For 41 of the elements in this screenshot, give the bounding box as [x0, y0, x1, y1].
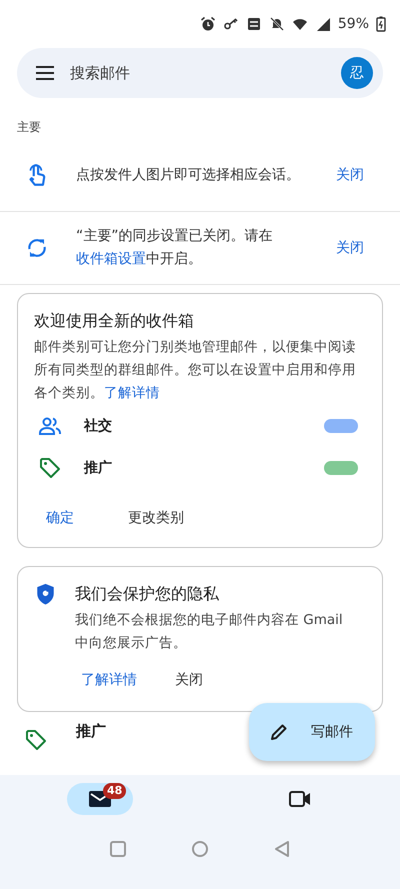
card-text: 我们绝不会根据您的电子邮件内容在 Gmail 中向您展示广告。 — [75, 611, 344, 653]
home-icon[interactable] — [190, 839, 210, 859]
unread-badge: 48 — [103, 783, 126, 799]
card-text: 邮件类别可让您分门别类地管理邮件，以便集中阅读所有同类型的群组邮件。您可以在设置中启用和停用各个类别。了解详情 — [34, 338, 357, 403]
learn-more-link[interactable]: 了解详情 — [104, 385, 160, 401]
back-icon[interactable] — [272, 839, 292, 859]
change-categories-button[interactable]: 更改类别 — [116, 501, 196, 535]
avatar[interactable]: 忍 — [341, 57, 373, 89]
pencil-icon — [269, 722, 289, 742]
card-title: 我们会保护您的隐私 — [75, 583, 220, 605]
inbox-settings-link[interactable]: 收件箱设置 — [76, 251, 146, 267]
category-row-title[interactable]: 推广 — [76, 722, 106, 740]
mail-tab[interactable] — [67, 783, 133, 815]
battery-icon — [376, 16, 386, 32]
close-button[interactable]: 关闭 — [163, 663, 215, 697]
learn-more-button[interactable]: 了解详情 — [69, 663, 149, 697]
tag-icon — [38, 456, 62, 480]
signal-icon — [314, 16, 331, 32]
category-toggle[interactable] — [324, 461, 358, 475]
menu-icon[interactable] — [36, 66, 54, 80]
dismiss-button[interactable]: 关闭 — [324, 233, 376, 263]
alarm-icon — [200, 16, 216, 32]
recents-icon[interactable] — [108, 839, 128, 859]
category-label: 社交 — [84, 417, 113, 435]
section-label: 主要 — [16, 119, 42, 136]
muted-bell-icon — [268, 16, 285, 32]
key-icon — [222, 16, 239, 32]
tip-text: 点按发件人图片即可选择相应会话。 — [76, 166, 301, 184]
tip-text: “主要”的同步设置已关闭。请在 收件箱设置中开启。 — [76, 227, 274, 269]
battery-percent: 59% — [338, 16, 369, 32]
wifi-icon — [292, 16, 308, 32]
category-toggle[interactable] — [324, 419, 358, 433]
confirm-button[interactable]: 确定 — [34, 501, 86, 535]
video-icon — [289, 791, 311, 807]
tag-icon — [24, 728, 48, 752]
dismiss-button[interactable]: 关闭 — [324, 160, 376, 190]
search-field[interactable]: 搜索邮件 忍 — [17, 48, 383, 98]
category-label: 推广 — [84, 459, 113, 477]
compose-button[interactable]: 写邮件 — [249, 703, 375, 761]
card-title: 欢迎使用全新的收件箱 — [34, 310, 195, 332]
shield-icon — [36, 583, 55, 605]
